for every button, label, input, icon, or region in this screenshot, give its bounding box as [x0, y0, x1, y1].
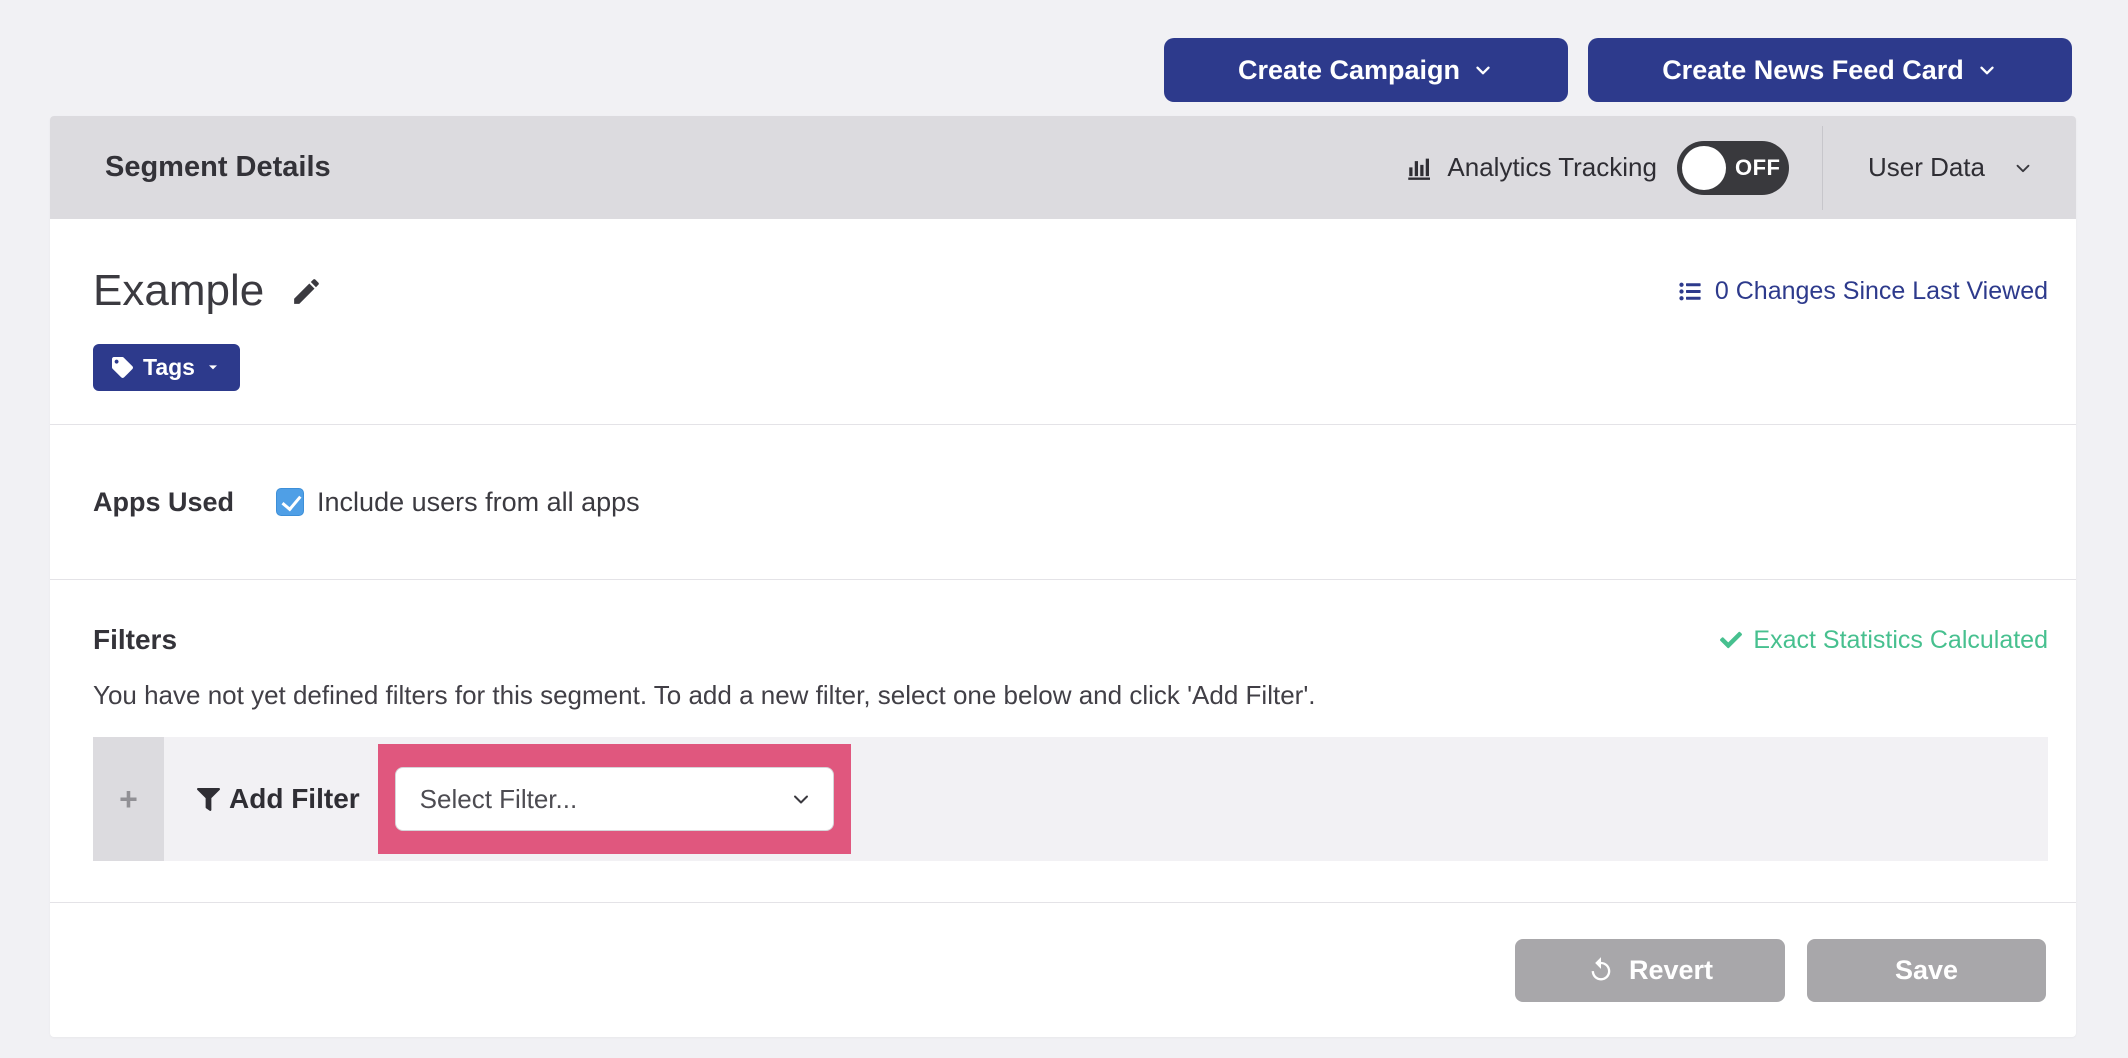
include-all-apps-checkbox[interactable]	[276, 488, 304, 516]
segment-details-card: Segment Details Analytics Tracking OFF	[50, 116, 2076, 1037]
annotation-highlight-box: Select Filter...	[378, 744, 851, 854]
header-divider	[1822, 126, 1823, 210]
caret-down-icon	[205, 359, 221, 375]
filters-description: You have not yet defined filters for thi…	[93, 680, 2048, 711]
analytics-tracking: Analytics Tracking	[1404, 152, 1657, 183]
card-footer: Revert Save	[50, 903, 2076, 1037]
analytics-tracking-label: Analytics Tracking	[1447, 152, 1657, 183]
create-news-feed-card-label: Create News Feed Card	[1662, 55, 1964, 86]
filters-heading: Filters	[93, 624, 177, 656]
changes-link-label: 0 Changes Since Last Viewed	[1715, 277, 2048, 306]
toggle-state-label: OFF	[1735, 155, 1781, 181]
check-icon	[1720, 629, 1742, 651]
edit-pencil-icon[interactable]	[290, 275, 323, 308]
chevron-down-icon	[1976, 59, 1998, 81]
tags-button-label: Tags	[143, 354, 195, 381]
create-campaign-label: Create Campaign	[1238, 55, 1460, 86]
tags-button[interactable]: Tags	[93, 344, 240, 391]
tag-icon	[112, 357, 133, 378]
user-data-dropdown[interactable]: User Data	[1856, 142, 2046, 193]
toggle-knob	[1682, 146, 1726, 190]
include-all-apps-label: Include users from all apps	[317, 487, 640, 518]
segment-name: Example	[93, 265, 264, 318]
plus-icon: +	[119, 783, 138, 815]
apps-used-section: Apps Used Include users from all apps	[50, 425, 2076, 580]
create-news-feed-card-button[interactable]: Create News Feed Card	[1588, 38, 2072, 102]
revert-icon	[1587, 956, 1615, 984]
revert-button[interactable]: Revert	[1515, 939, 1785, 1002]
revert-button-label: Revert	[1629, 955, 1713, 986]
page-title: Segment Details	[105, 151, 331, 184]
page: Create Campaign Create News Feed Card Se…	[0, 0, 2128, 1058]
save-button-label: Save	[1895, 955, 1958, 986]
chevron-down-icon	[1472, 59, 1494, 81]
chevron-down-icon	[2012, 157, 2034, 179]
save-button[interactable]: Save	[1807, 939, 2046, 1002]
header-right: Analytics Tracking OFF User Data	[1404, 126, 2046, 210]
changes-since-last-viewed-link[interactable]: 0 Changes Since Last Viewed	[1677, 277, 2048, 306]
filter-funnel-icon	[197, 788, 220, 811]
filter-select-dropdown[interactable]: Select Filter...	[395, 767, 834, 831]
filters-section: Filters Exact Statistics Calculated You …	[50, 580, 2076, 903]
user-data-label: User Data	[1868, 152, 1985, 183]
bar-chart-icon	[1404, 153, 1434, 183]
list-icon	[1677, 278, 1704, 305]
add-filter-plus-button[interactable]: +	[93, 737, 164, 861]
add-filter-label-group: Add Filter	[197, 783, 360, 815]
create-campaign-button[interactable]: Create Campaign	[1164, 38, 1568, 102]
chevron-down-icon	[789, 787, 813, 811]
add-filter-row: + Add Filter Select Filter...	[93, 737, 2048, 861]
exact-statistics-status: Exact Statistics Calculated	[1720, 626, 2048, 655]
add-filter-label: Add Filter	[229, 783, 360, 815]
apps-used-label: Apps Used	[93, 487, 234, 518]
analytics-tracking-toggle[interactable]: OFF	[1677, 141, 1789, 195]
filter-select-placeholder: Select Filter...	[420, 784, 578, 815]
card-header: Segment Details Analytics Tracking OFF	[50, 116, 2076, 219]
exact-statistics-label: Exact Statistics Calculated	[1753, 626, 2048, 655]
segment-title-section: Example 0 Changes Since Last Viewed	[50, 219, 2076, 425]
